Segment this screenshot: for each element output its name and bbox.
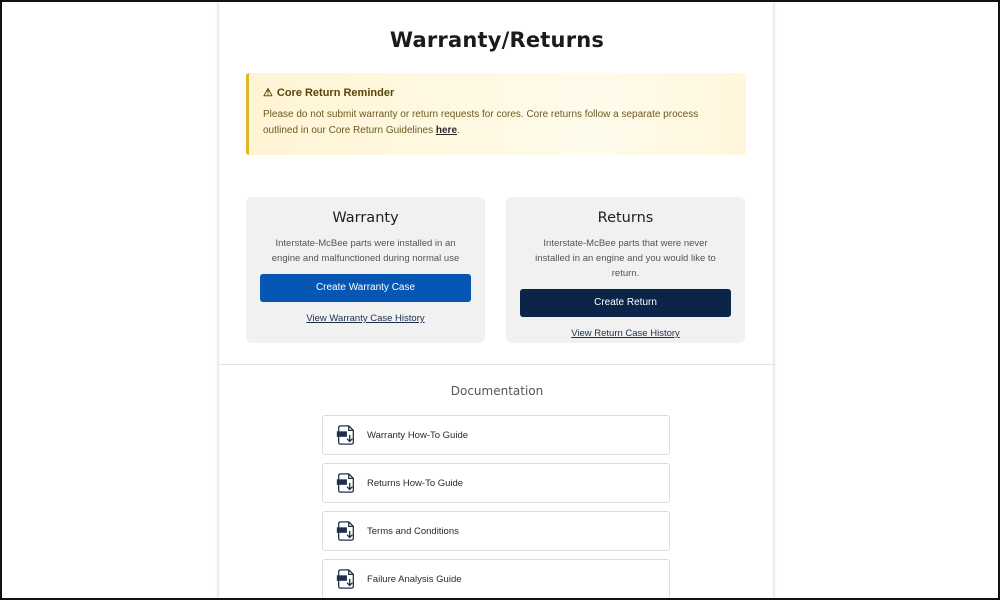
- documentation-heading: Documentation: [450, 384, 544, 398]
- returns-card: Returns Interstate-McBee parts that were…: [506, 197, 745, 343]
- view-warranty-case-history-link[interactable]: View Warranty Case History: [306, 313, 424, 324]
- main-panel: Warranty/Returns ⚠ Core Return Reminder …: [218, 2, 775, 600]
- warranty-card: Warranty Interstate-McBee parts were ins…: [246, 197, 485, 343]
- doc-item-label: Returns How-To Guide: [367, 477, 464, 489]
- warranty-card-title: Warranty: [332, 210, 399, 226]
- returns-card-description: Interstate-McBee parts that were never i…: [535, 238, 716, 279]
- view-return-case-history-link[interactable]: View Return Case History: [571, 328, 680, 339]
- warranty-card-description: Interstate-McBee parts were installed in…: [271, 238, 460, 264]
- documentation-list: Warranty How-To Guide Returns How-To Gui…: [322, 415, 670, 600]
- alert-body: Please do not submit warranty or return …: [263, 107, 733, 139]
- alert-body-trailing: .: [457, 125, 460, 136]
- doc-item-terms-and-conditions[interactable]: Terms and Conditions: [322, 511, 670, 551]
- doc-item-warranty-how-to-guide[interactable]: Warranty How-To Guide: [322, 415, 670, 455]
- page-title: Warranty/Returns: [389, 28, 605, 52]
- core-return-alert: ⚠ Core Return Reminder Please do not sub…: [246, 73, 746, 155]
- returns-card-title: Returns: [597, 210, 654, 226]
- warning-triangle-icon: ⚠: [263, 87, 273, 99]
- pdf-download-icon: [336, 521, 354, 541]
- section-divider: [219, 364, 775, 365]
- alert-body-text: Please do not submit warranty or return …: [263, 109, 699, 136]
- pdf-download-icon: [336, 425, 354, 445]
- create-warranty-case-button[interactable]: Create Warranty Case: [260, 274, 471, 302]
- core-return-guidelines-link[interactable]: here: [436, 125, 457, 136]
- alert-heading: Core Return Reminder: [276, 86, 395, 99]
- pdf-download-icon: [336, 473, 354, 493]
- doc-item-label: Failure Analysis Guide: [367, 573, 462, 585]
- pdf-download-icon: [336, 569, 354, 589]
- doc-item-failure-analysis-guide[interactable]: Failure Analysis Guide: [322, 559, 670, 599]
- doc-item-label: Warranty How-To Guide: [367, 429, 469, 441]
- create-return-button[interactable]: Create Return: [520, 289, 731, 317]
- doc-item-returns-how-to-guide[interactable]: Returns How-To Guide: [322, 463, 670, 503]
- alert-header: ⚠ Core Return Reminder: [263, 86, 730, 100]
- doc-item-label: Terms and Conditions: [367, 525, 459, 537]
